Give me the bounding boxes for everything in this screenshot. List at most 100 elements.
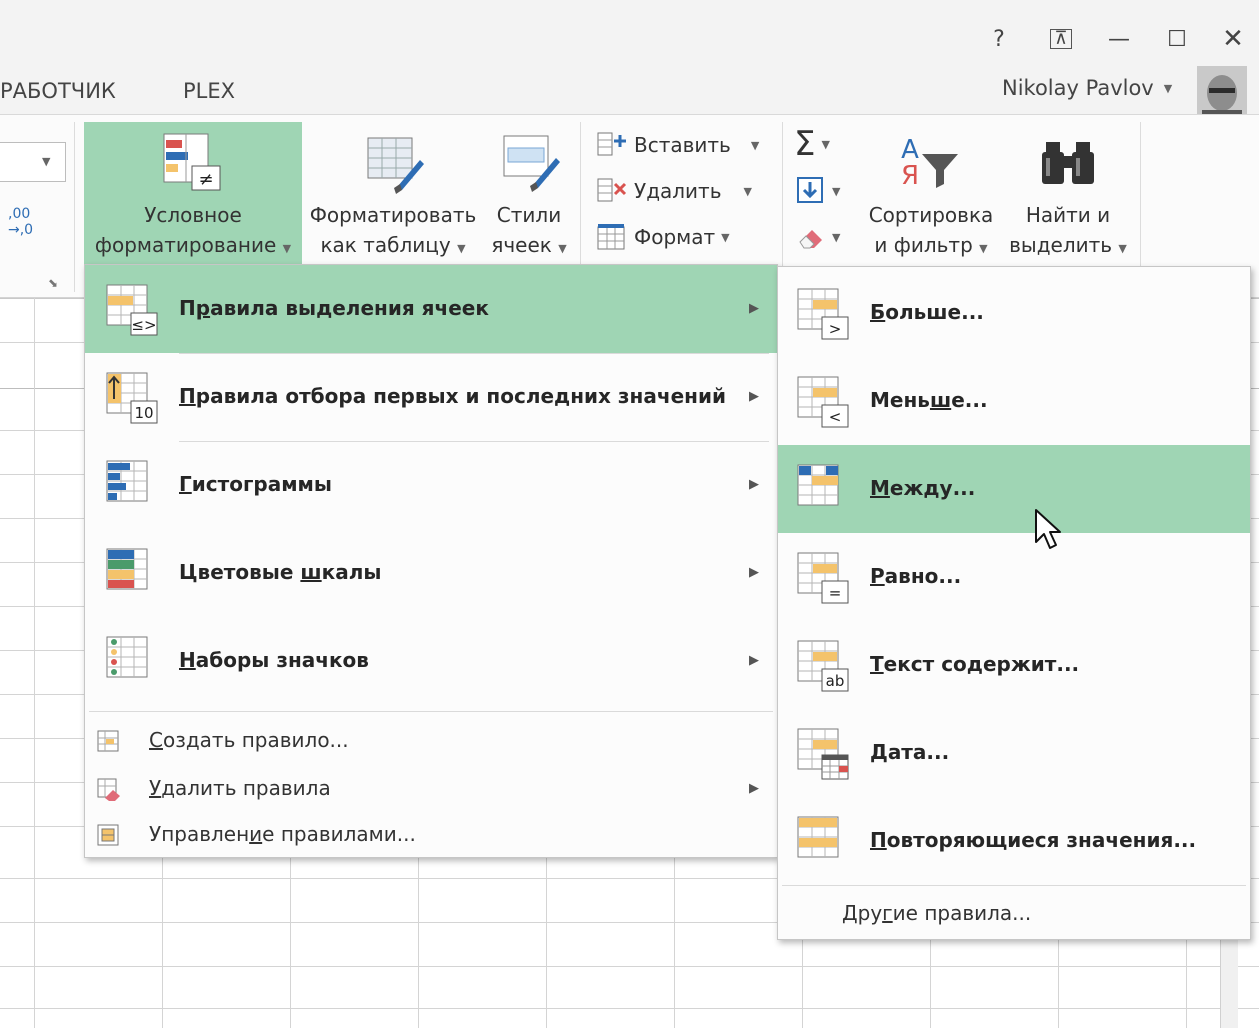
conditional-formatting-label-1: Условное [144,203,242,227]
clear-button[interactable]: ▼ [796,222,840,252]
submenu-item-label: Повторяющиеся значения... [870,828,1197,852]
svg-text:=: = [829,584,842,602]
insert-cells-label: Вставить [634,133,731,157]
chevron-down-icon: ▼ [743,184,752,198]
cell-styles-label-2: ячеек ▼ [491,233,567,257]
find-select-button[interactable]: Найти и выделить ▼ [1004,122,1132,264]
icon-sets-icon [106,636,148,678]
delete-cells-icon [597,178,627,202]
chevron-right-icon: ▶ [749,565,759,580]
duplicate-values-icon [797,816,839,858]
submenu-item-label: Равно... [870,564,962,588]
conditional-formatting-label-2: форматирование ▼ [94,233,292,257]
date-icon [797,728,849,780]
highlight-rules-submenu: > Больше... < Меньше... Между... = Равно... ab Т… [777,266,1251,940]
text-contains-icon: ab [797,640,849,692]
menu-item-color-scales[interactable]: Цветовые шкалы ▶ [85,529,777,617]
svg-text:<: < [829,408,842,426]
avatar[interactable] [1197,66,1247,116]
minimize-button[interactable]: — [1102,22,1136,56]
svg-text:ab: ab [826,672,845,690]
highlight-rules-icon: ≤> [106,284,158,336]
menu-item-label: Удалить правила [149,776,331,800]
decrease-decimal-button[interactable]: ,00 →,0 [8,206,58,242]
sort-filter-label-1: Сортировка [868,203,994,227]
ribbon-display-button[interactable]: ⊼ [1044,22,1078,56]
submenu-item-date-occurring[interactable]: Дата... [778,709,1250,797]
new-rule-icon [97,730,119,752]
cell-styles-icon [503,135,560,192]
format-cells-label: Формат [634,225,716,249]
menu-item-label: Создать правило... [149,728,349,752]
menu-item-highlight-rules[interactable]: ≤> Правила выделения ячеек ▶ [85,265,777,353]
menu-item-icon-sets[interactable]: Наборы значков ▶ [85,617,777,705]
submenu-item-label: Меньше... [870,388,988,412]
menu-item-label: Управление правилами... [149,822,416,846]
menu-item-clear-rules[interactable]: Удалить правила ▶ [85,767,777,811]
submenu-item-between[interactable]: Между... [778,445,1250,533]
submenu-item-more-rules[interactable]: Другие правила... [778,891,1250,935]
maximize-button[interactable]: ☐ [1160,22,1194,56]
ribbon-display-icon: ⊼ [1050,29,1072,49]
user-account[interactable]: Nikolay Pavlov ▼ [1002,76,1172,100]
submenu-item-duplicate-values[interactable]: Повторяющиеся значения... [778,797,1250,885]
cell-styles-label-1: Стили [496,203,562,227]
format-as-table-icon [367,137,424,194]
clear-rules-icon [97,778,120,801]
menu-item-label: Правила выделения ячеек [179,296,489,320]
between-icon [797,464,839,506]
eraser-icon [799,230,822,249]
color-scales-icon [106,548,148,590]
svg-text:≤>: ≤> [131,316,156,334]
close-icon: ✕ [1222,24,1244,54]
close-button[interactable]: ✕ [1216,22,1250,56]
submenu-item-equal-to[interactable]: = Равно... [778,533,1250,621]
conditional-formatting-button[interactable]: ≠ Условное форматирование ▼ [84,122,302,264]
svg-text:≠: ≠ [198,169,213,190]
menu-item-label: Наборы значков [179,648,369,672]
tab-developer[interactable]: РАБОТЧИК [0,79,116,103]
menu-item-new-rule[interactable]: Создать правило... [85,719,777,763]
dialog-launcher-icon[interactable]: ⬊ [48,276,58,290]
user-name: Nikolay Pavlov [1002,76,1154,100]
menu-item-manage-rules[interactable]: Управление правилами... [85,813,777,857]
format-as-table-button[interactable]: Форматировать как таблицу ▼ [302,122,484,264]
number-format-dropdown[interactable]: ▼ [0,142,66,182]
help-button[interactable]: ? [982,22,1016,56]
sort-filter-label-2: и фильтр ▼ [874,233,988,257]
format-as-table-label-2: как таблицу ▼ [320,233,466,257]
menu-item-label: Правила отбора первых и последних значен… [179,384,726,408]
mouse-cursor-icon [1035,509,1061,549]
submenu-item-label: Текст содержит... [870,652,1080,676]
menu-item-top-bottom-rules[interactable]: 10 Правила отбора первых и последних знач… [85,353,777,441]
less-than-icon: < [797,376,849,428]
submenu-item-label: Дата... [870,740,950,764]
conditional-formatting-icon: ≠ [163,133,221,191]
submenu-item-greater-than[interactable]: > Больше... [778,269,1250,357]
data-bars-icon [106,460,148,502]
insert-cells-button[interactable]: Вставить ▼ [596,131,759,159]
chevron-down-icon: ▼ [832,184,841,198]
autosum-button[interactable]: Σ ▼ [794,126,830,162]
format-cells-button[interactable]: Формат ▼ [596,223,730,251]
submenu-item-label: Другие правила... [842,901,1032,925]
menu-separator [782,885,1246,886]
submenu-item-less-than[interactable]: < Меньше... [778,357,1250,445]
sort-filter-button[interactable]: A Я Сортировка и фильтр ▼ [858,122,1004,264]
sort-filter-icon: A Я [901,135,958,191]
submenu-item-label: Между... [870,476,976,500]
manage-rules-icon [97,824,119,846]
submenu-item-text-contains[interactable]: ab Текст содержит... [778,621,1250,709]
menu-item-data-bars[interactable]: Гистограммы ▶ [85,441,777,529]
svg-text:>: > [829,320,842,338]
find-select-label-2: выделить ▼ [1009,233,1127,257]
tab-plex[interactable]: PLEX [183,79,235,103]
fill-button[interactable]: ▼ [796,176,840,206]
minimize-icon: — [1108,26,1130,52]
chevron-right-icon: ▶ [749,389,759,404]
cell-styles-button[interactable]: Стили ячеек ▼ [486,122,572,264]
equal-to-icon: = [797,552,849,604]
chevron-right-icon: ▶ [749,301,759,316]
submenu-item-label: Больше... [870,300,984,324]
delete-cells-button[interactable]: Удалить ▼ [596,177,752,205]
